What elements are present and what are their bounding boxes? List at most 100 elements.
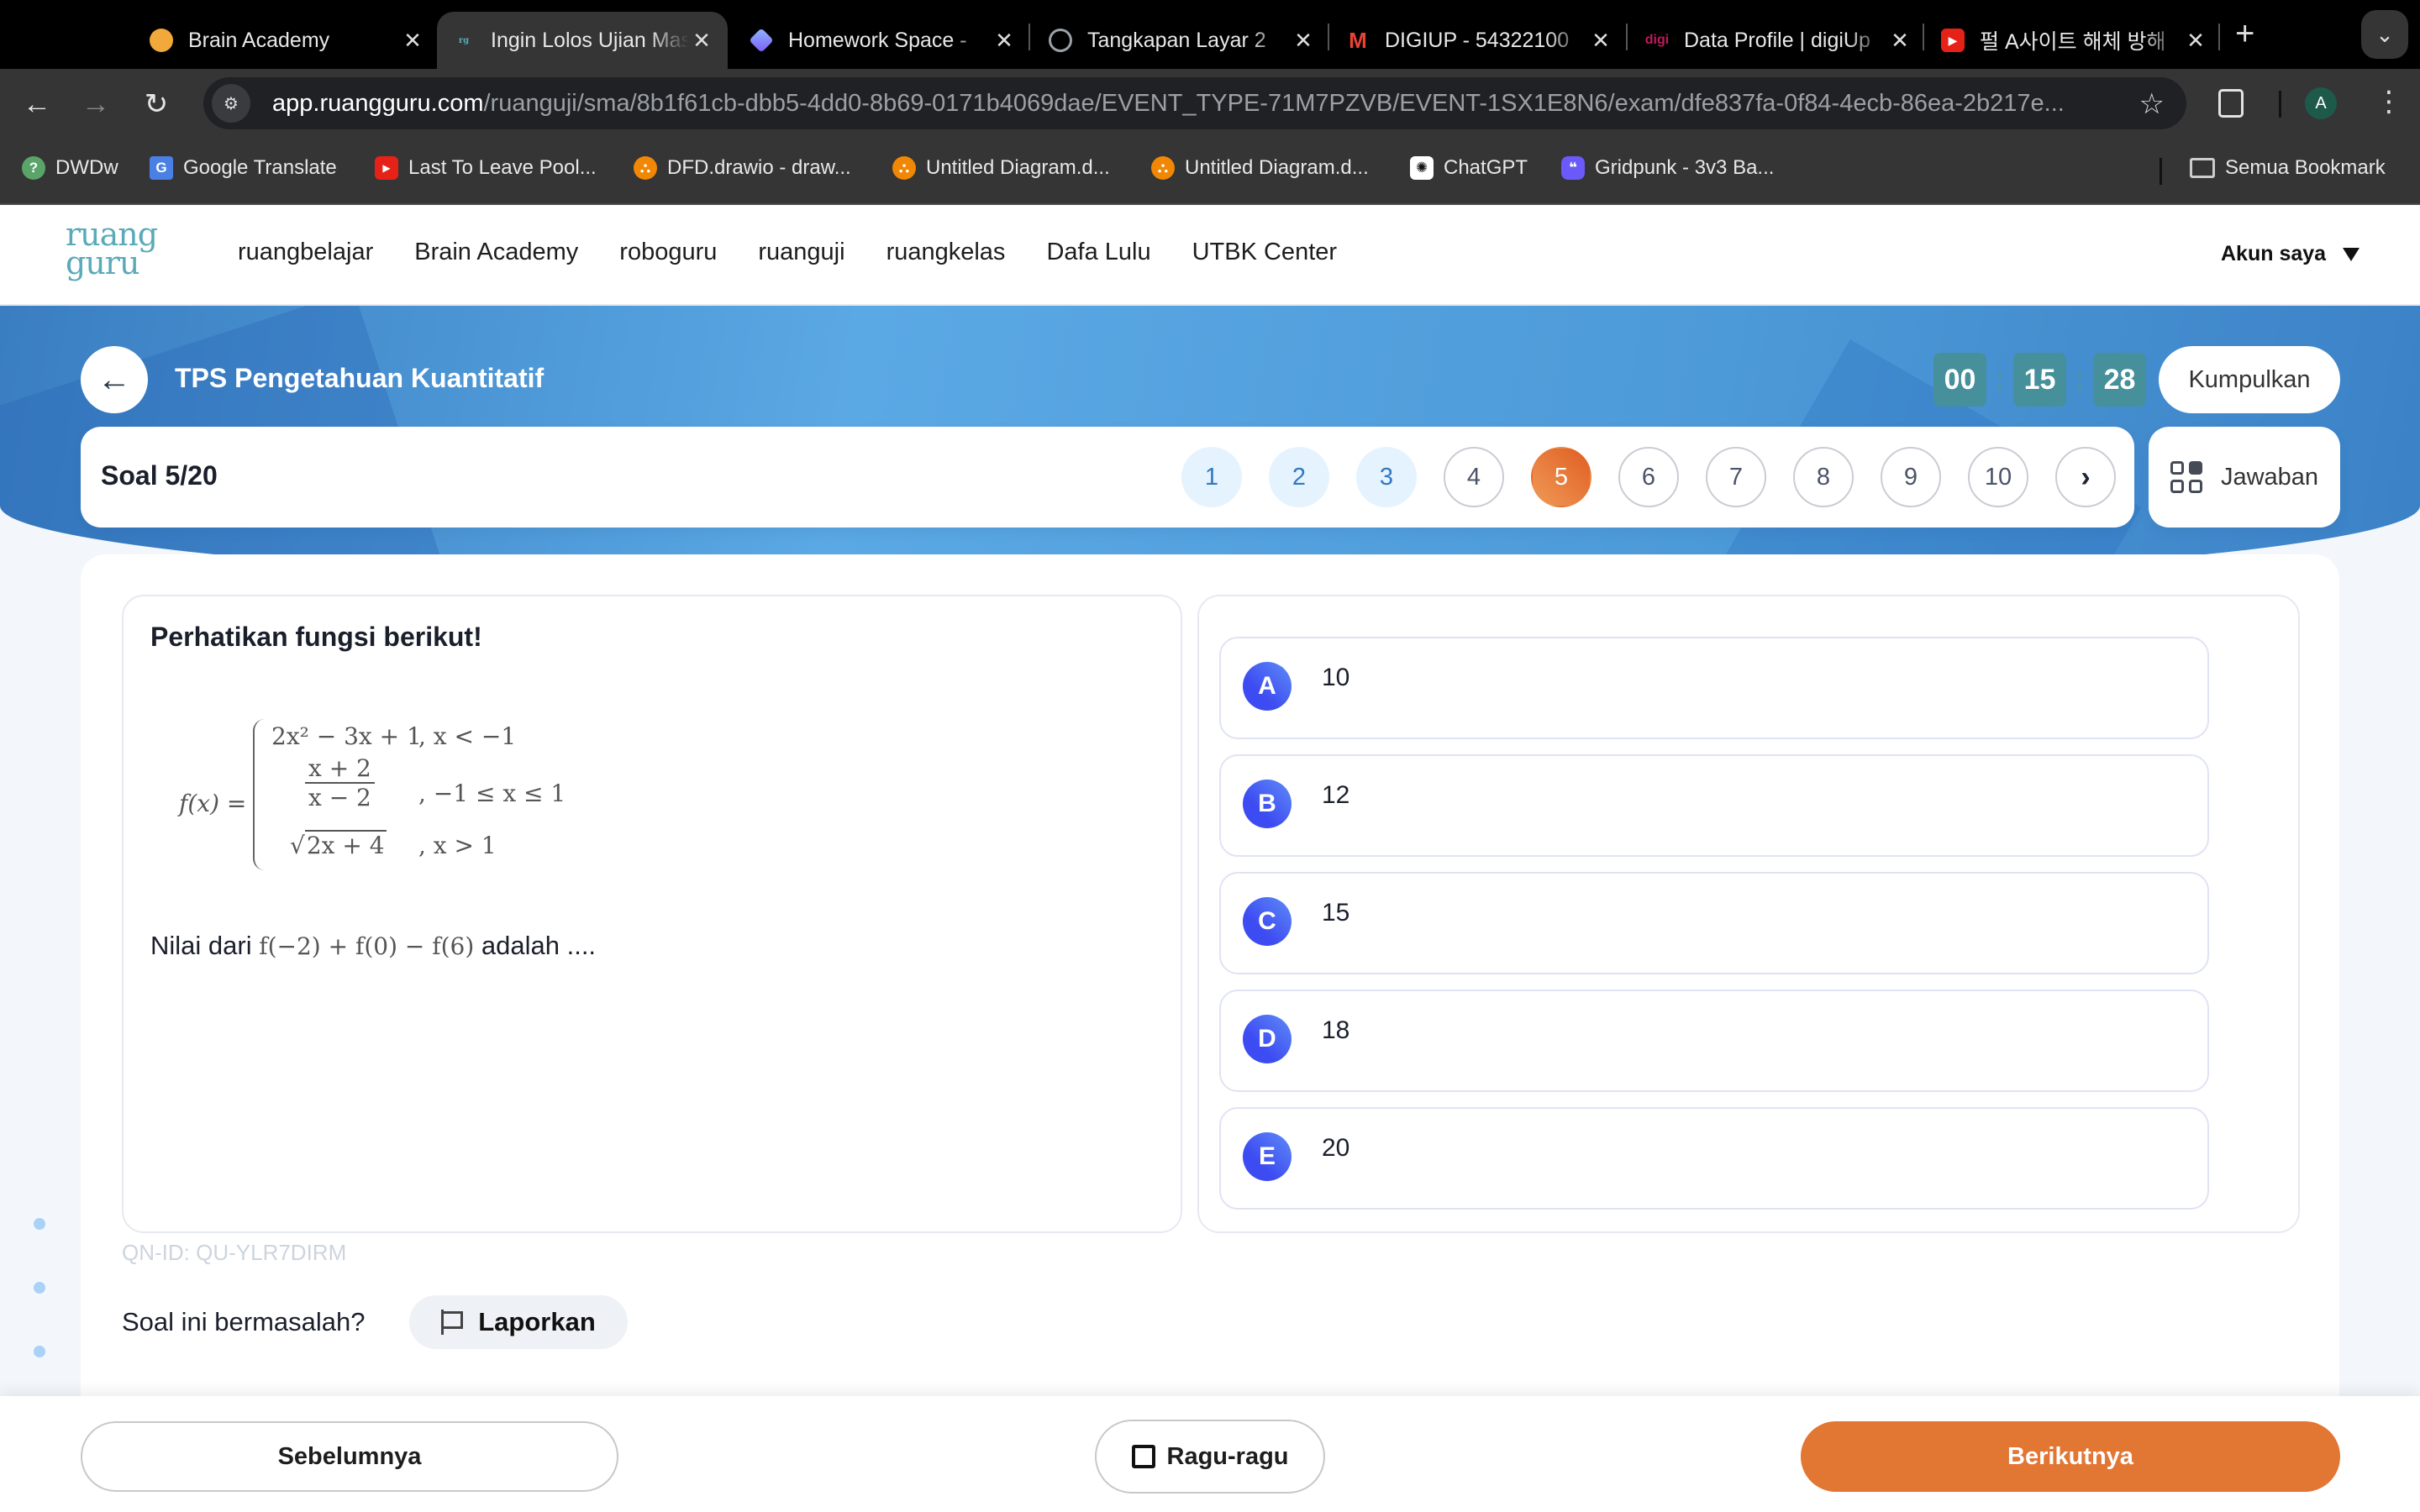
close-tab-icon[interactable]: ✕ — [1291, 28, 1316, 54]
bookmark-star-icon[interactable]: ☆ — [2139, 87, 2165, 121]
drawio-icon: ⛬ — [892, 156, 916, 180]
close-tab-icon[interactable]: ✕ — [1588, 28, 1613, 54]
timer-colon: : — [1995, 363, 2005, 396]
close-tab-icon[interactable]: ✕ — [689, 28, 714, 54]
question-number-2[interactable]: 2 — [1269, 447, 1329, 507]
nav-roboguru[interactable]: roboguru — [619, 239, 717, 266]
question-number-10[interactable]: 10 — [1968, 447, 2028, 507]
site-settings-icon[interactable]: ⚙ — [212, 84, 250, 123]
option-e[interactable]: E 20 — [1219, 1107, 2209, 1210]
close-tab-icon[interactable]: ✕ — [2183, 28, 2208, 54]
chevron-right-icon[interactable]: › — [2055, 447, 2116, 507]
fraction-denominator: x − 2 — [308, 784, 371, 811]
formula-case-3: √2x + 4 , x > 1 — [290, 830, 497, 859]
previous-button[interactable]: Sebelumnya — [81, 1421, 618, 1492]
question-number-list: 1 2 3 4 5 6 7 8 9 10 › — [1181, 447, 2116, 507]
question-number-8[interactable]: 8 — [1793, 447, 1854, 507]
option-d[interactable]: D 18 — [1219, 990, 2209, 1092]
back-arrow-icon[interactable]: ← — [18, 86, 55, 123]
tab-title: Data Profile | digiUp — [1684, 28, 1870, 52]
checkbox-icon[interactable] — [1131, 1445, 1155, 1468]
submit-exam-button[interactable]: Kumpulkan — [2159, 346, 2340, 413]
account-label: Akun saya — [2221, 242, 2327, 265]
formula-brace — [253, 719, 265, 870]
question-number-5-current[interactable]: 5 — [1531, 447, 1591, 507]
report-button[interactable]: Laporkan — [409, 1295, 628, 1349]
back-button[interactable]: ← — [81, 346, 148, 413]
all-bookmarks-button[interactable]: Semua Bookmark — [2190, 156, 2386, 180]
option-c[interactable]: C 15 — [1219, 872, 2209, 974]
bookmark-youtube-pool[interactable]: ▶ Last To Leave Pool... — [375, 156, 597, 180]
answers-label: Jawaban — [2220, 463, 2319, 491]
bookmark-dwdw[interactable]: ? DWDw — [22, 156, 118, 180]
option-text: 20 — [1322, 1134, 1350, 1162]
bookmark-chatgpt[interactable]: ✺ ChatGPT — [1410, 156, 1528, 180]
prompt-text: Nilai dari — [150, 931, 260, 960]
question-number-7[interactable]: 7 — [1706, 447, 1766, 507]
tab-title: Homework Space - — [788, 28, 967, 52]
nav-ruanguji[interactable]: ruanguji — [758, 239, 844, 266]
chatgpt-icon: ✺ — [1410, 156, 1434, 180]
answer-options-panel: A 10 B 12 C 15 D 18 E 20 — [1197, 595, 2300, 1233]
question-number-1[interactable]: 1 — [1181, 447, 1242, 507]
close-tab-icon[interactable]: ✕ — [992, 28, 1017, 54]
browser-tab-bar: Brain Academy ✕ rg Ingin Lolos Ujian Mas… — [0, 0, 2420, 69]
toolbar-separator — [2279, 91, 2281, 118]
youtube-favicon-icon: ▶ — [1941, 29, 1965, 52]
tab-brain-academy[interactable]: Brain Academy ✕ — [148, 12, 425, 69]
question-number-9[interactable]: 9 — [1881, 447, 1941, 507]
close-tab-icon[interactable]: ✕ — [1887, 28, 1912, 54]
bookmark-untitled-diagram-2[interactable]: ⛬ Untitled Diagram.d... — [1151, 156, 1369, 180]
profile-avatar[interactable]: A — [2305, 87, 2337, 119]
question-number-6[interactable]: 6 — [1618, 447, 1679, 507]
next-button[interactable]: Berikutnya — [1801, 1421, 2340, 1492]
tab-title: Ingin Lolos Ujian Masuk — [491, 28, 689, 52]
browser-menu-icon[interactable]: ⋮ — [2375, 82, 2403, 121]
nav-brain-academy[interactable]: Brain Academy — [414, 239, 578, 266]
tab-separator — [1028, 24, 1030, 50]
countdown-timer: 00 : 15 : 28 — [1933, 353, 2146, 407]
option-letter-badge: D — [1243, 1015, 1292, 1063]
url-path: /ruanguji/sma/8b1f61cb-dbb5-4dd0-8b69-01… — [483, 89, 2065, 117]
nav-ruangkelas[interactable]: ruangkelas — [886, 239, 1006, 266]
bookmarks-bar: ? DWDw G Google Translate ▶ Last To Leave P… — [0, 136, 2420, 205]
close-tab-icon[interactable]: ✕ — [400, 28, 425, 54]
main-nav: ruangbelajar Brain Academy roboguru ruan… — [238, 239, 1337, 266]
question-number-3[interactable]: 3 — [1356, 447, 1417, 507]
tab-screenshot[interactable]: Tangkapan Layar 2 ✕ — [1049, 12, 1316, 69]
reload-icon[interactable]: ↻ — [138, 86, 175, 123]
nav-utbk-center[interactable]: UTBK Center — [1192, 239, 1337, 266]
doubt-toggle-button[interactable]: Ragu-ragu — [1095, 1420, 1325, 1494]
bookmark-gridpunk[interactable]: ❝ Gridpunk - 3v3 Ba... — [1561, 156, 1774, 180]
url-host: app.ruangguru.com — [272, 89, 484, 117]
url-text[interactable]: app.ruangguru.com/ruanguji/sma/8b1f61cb-… — [272, 90, 2129, 118]
question-counter: Soal 5/20 — [101, 460, 218, 491]
question-navigator: Soal 5/20 1 2 3 4 5 6 7 8 9 10 › — [81, 427, 2134, 528]
account-menu[interactable]: Akun saya — [2221, 242, 2360, 266]
forward-arrow-icon[interactable]: → — [77, 86, 114, 123]
address-bar[interactable]: ⚙ app.ruangguru.com/ruanguji/sma/8b1f61c… — [203, 77, 2186, 129]
tab-gmail-digiup[interactable]: M DIGIUP - 54322100 ✕ — [1346, 12, 1613, 69]
new-tab-button[interactable]: + — [2235, 15, 2254, 53]
option-a[interactable]: A 10 — [1219, 637, 2209, 739]
nav-dafa-lulu[interactable]: Dafa Lulu — [1046, 239, 1150, 266]
extensions-icon[interactable] — [2218, 89, 2244, 118]
tab-ruangguru-active[interactable]: rg Ingin Lolos Ujian Masuk ✕ — [437, 12, 728, 69]
tab-list-button[interactable]: ⌄ — [2361, 10, 2408, 59]
question-number-4[interactable]: 4 — [1444, 447, 1504, 507]
tab-digiup-profile[interactable]: digi Data Profile | digiUp ✕ — [1645, 12, 1912, 69]
bookmark-untitled-diagram-1[interactable]: ⛬ Untitled Diagram.d... — [892, 156, 1110, 180]
answers-overview-button[interactable]: Jawaban — [2149, 427, 2340, 528]
bookmark-dfd-drawio[interactable]: ⛬ DFD.drawio - draw... — [634, 156, 851, 180]
bookmark-label: Google Translate — [183, 156, 337, 179]
flag-icon — [441, 1310, 464, 1335]
option-b[interactable]: B 12 — [1219, 754, 2209, 857]
tab-homework-space[interactable]: Homework Space - ✕ — [749, 12, 1017, 69]
nav-ruangbelajar[interactable]: ruangbelajar — [238, 239, 373, 266]
bookmark-google-translate[interactable]: G Google Translate — [150, 156, 337, 180]
ruangguru-logo[interactable]: ruang guru — [66, 218, 158, 279]
option-letter-badge: E — [1243, 1132, 1292, 1181]
help-icon: ? — [22, 156, 45, 180]
tab-youtube[interactable]: ▶ 펄 A사이트 해체 방해 ✕ — [1941, 12, 2208, 69]
grid-icon — [2170, 461, 2202, 493]
